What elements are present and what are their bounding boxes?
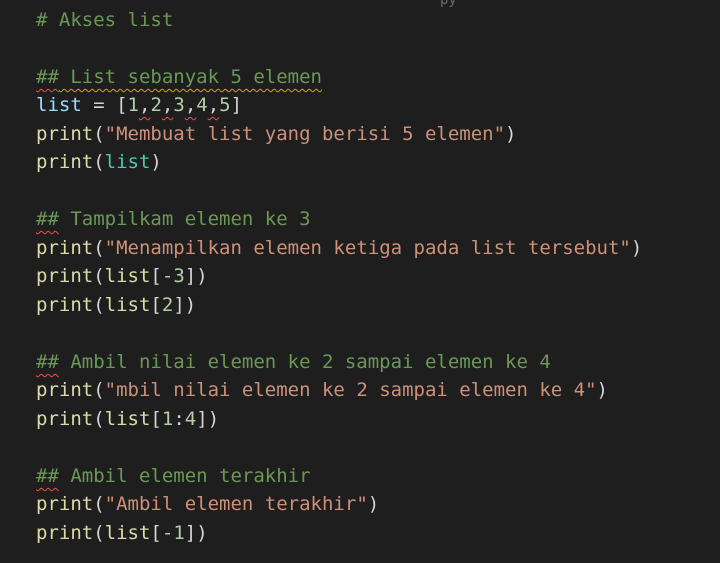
variable-list: list: [104, 294, 151, 316]
bracket-open: [: [150, 408, 162, 430]
number-5: 5: [219, 94, 231, 116]
function-print: print: [36, 151, 94, 173]
code-line-9-print: print("Menampilkan elemen ketiga pada li…: [36, 234, 642, 262]
number-2: 2: [150, 94, 162, 116]
paren-open: (: [93, 408, 105, 430]
comment-text: List sebanyak 5 elemen: [58, 66, 322, 88]
code-line-4-list-assign: list = [1,2,3,4,5]: [36, 91, 242, 119]
code-editor[interactable]: py # Akses list ## List sebanyak 5 eleme…: [0, 0, 720, 563]
number-3: 3: [173, 94, 185, 116]
code-line-5-print: print("Membuat list yang berisi 5 elemen…: [36, 120, 516, 148]
number-4: 4: [196, 94, 208, 116]
slice-colon: :: [173, 408, 185, 430]
bracket-open: [: [150, 265, 162, 287]
comment-text: # Akses list: [36, 9, 174, 31]
comment-hash: ##: [36, 66, 59, 88]
paren-close: ): [184, 294, 197, 316]
code-line-19-print: print(list[-1]): [36, 519, 208, 547]
bracket-close: ]: [230, 94, 243, 116]
comment-hash: ##: [36, 208, 59, 230]
paren-close: ): [367, 493, 380, 515]
paren-open: (: [93, 294, 105, 316]
index-number: -1: [161, 522, 185, 544]
index-number: -3: [161, 265, 185, 287]
comment-hash: ##: [36, 351, 59, 373]
paren-close: ): [505, 123, 517, 145]
function-print: print: [36, 379, 94, 401]
bracket-close: ]: [196, 408, 208, 430]
code-line-17-comment: ## Ambil elemen terakhir: [36, 462, 311, 490]
index-number: 2: [161, 294, 174, 316]
function-print: print: [36, 294, 94, 316]
number-1: 1: [127, 94, 139, 116]
paren-close: ): [596, 379, 608, 401]
string-literal: "mbil nilai elemen ke 2 sampai elemen ke…: [104, 379, 597, 401]
comment-hash: ##: [36, 465, 59, 487]
comment-text: Ambil nilai elemen ke 2 sampai elemen ke…: [58, 351, 551, 373]
function-print: print: [36, 522, 94, 544]
function-print: print: [36, 265, 94, 287]
variable-list: list: [104, 265, 151, 287]
bracket-close: ]: [184, 265, 197, 287]
slice-end-number: 4: [184, 408, 197, 430]
comma: ,: [161, 94, 174, 116]
string-literal: "Membuat list yang berisi 5 elemen": [104, 123, 506, 145]
code-line-11-print: print(list[2]): [36, 291, 196, 319]
function-print: print: [36, 493, 94, 515]
string-literal: "Menampilkan elemen ketiga pada list ter…: [104, 237, 631, 259]
paren-close: ): [150, 151, 162, 173]
paren-close: ): [630, 237, 643, 259]
code-line-8-comment: ## Tampilkam elemen ke 3: [36, 205, 311, 233]
paren-close: ): [196, 522, 208, 544]
comment-text: Ambil elemen terakhir: [58, 465, 311, 487]
paren-open: (: [93, 151, 105, 173]
comma: ,: [139, 94, 151, 116]
comma: ,: [184, 94, 197, 116]
comma: ,: [207, 94, 220, 116]
paren-open: (: [93, 493, 105, 515]
paren-close: ): [207, 408, 220, 430]
code-line-6-print: print(list): [36, 148, 162, 176]
paren-open: (: [93, 522, 105, 544]
bracket-close: ]: [173, 294, 185, 316]
slice-start-number: 1: [161, 408, 174, 430]
code-line-3-comment: ## List sebanyak 5 elemen: [36, 63, 322, 91]
paren-open: (: [93, 123, 105, 145]
function-print: print: [36, 123, 94, 145]
paren-open: (: [93, 379, 105, 401]
bracket-close: ]: [184, 522, 197, 544]
assign-operator: =: [81, 94, 117, 116]
paren-open: (: [93, 265, 105, 287]
variable-list: list: [104, 408, 151, 430]
function-print: print: [36, 237, 94, 259]
function-print: print: [36, 408, 94, 430]
variable-list: list: [36, 94, 82, 116]
paren-close: ): [196, 265, 208, 287]
string-literal: "Ambil elemen terakhir": [104, 493, 368, 515]
bracket-open: [: [116, 94, 128, 116]
bracket-open: [: [150, 522, 162, 544]
paren-open: (: [93, 237, 105, 259]
code-line-1-comment: # Akses list: [36, 6, 173, 34]
code-line-13-comment: ## Ambil nilai elemen ke 2 sampai elemen…: [36, 348, 551, 376]
comment-text: Tampilkam elemen ke 3: [58, 208, 311, 230]
clipped-text-fragment: py: [440, 0, 457, 8]
code-line-14-print: print("mbil nilai elemen ke 2 sampai ele…: [36, 376, 608, 404]
variable-list: list: [104, 151, 151, 173]
variable-list: list: [104, 522, 151, 544]
bracket-open: [: [150, 294, 162, 316]
code-line-18-print: print("Ambil elemen terakhir"): [36, 490, 379, 518]
code-line-15-print: print(list[1:4]): [36, 405, 219, 433]
code-line-10-print: print(list[-3]): [36, 262, 208, 290]
